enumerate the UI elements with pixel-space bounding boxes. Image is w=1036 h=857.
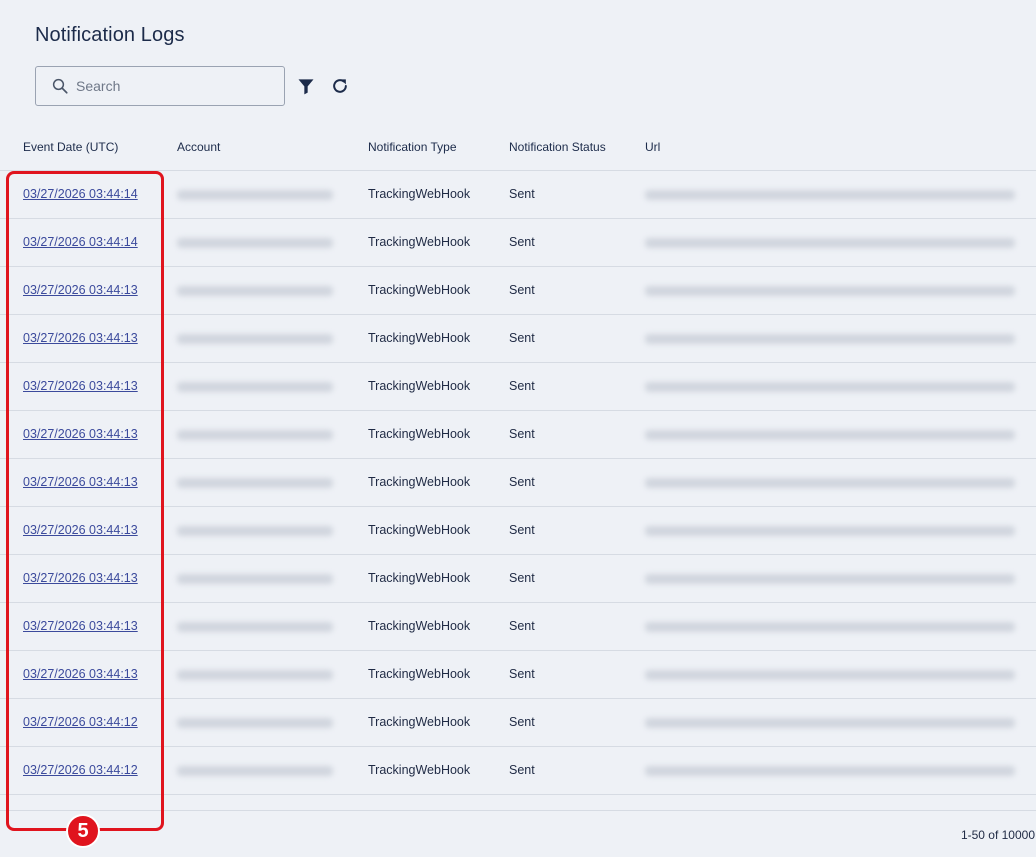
- table-row[interactable]: 03/27/2026 03:44:13 TrackingWebHook Sent: [0, 507, 1036, 555]
- event-date-link[interactable]: 03/27/2026 03:44:12: [23, 763, 138, 777]
- table-row[interactable]: 03/27/2026 03:44:13 TrackingWebHook Sent: [0, 267, 1036, 315]
- event-date-link[interactable]: 03/27/2026 03:44:14: [23, 187, 138, 201]
- page-title: Notification Logs: [35, 24, 185, 46]
- account-redacted: [177, 382, 333, 392]
- notification-status-cell: Sent: [509, 619, 535, 633]
- table-body: 03/27/2026 03:44:14 TrackingWebHook Sent 03…: [0, 171, 1036, 795]
- table-row[interactable]: 03/27/2026 03:44:13 TrackingWebHook Sent: [0, 411, 1036, 459]
- account-redacted: [177, 718, 333, 728]
- event-date-link[interactable]: 03/27/2026 03:44:13: [23, 667, 138, 681]
- notification-type-cell: TrackingWebHook: [368, 331, 471, 345]
- notification-type-cell: TrackingWebHook: [368, 667, 471, 681]
- table-row[interactable]: 03/27/2026 03:44:12 TrackingWebHook Sent: [0, 747, 1036, 795]
- footer-divider: [0, 810, 1036, 811]
- notification-status-cell: Sent: [509, 523, 535, 537]
- notification-type-cell: TrackingWebHook: [368, 619, 471, 633]
- url-redacted: [645, 526, 1015, 536]
- event-date-link[interactable]: 03/27/2026 03:44:13: [23, 283, 138, 297]
- notification-type-cell: TrackingWebHook: [368, 763, 471, 777]
- table-row[interactable]: 03/27/2026 03:44:13 TrackingWebHook Sent: [0, 555, 1036, 603]
- notification-type-cell: TrackingWebHook: [368, 427, 471, 441]
- notification-type-cell: TrackingWebHook: [368, 523, 471, 537]
- notification-status-cell: Sent: [509, 379, 535, 393]
- column-header-notification-type[interactable]: Notification Type: [368, 140, 457, 154]
- search-input[interactable]: [76, 75, 276, 97]
- event-date-link[interactable]: 03/27/2026 03:44:13: [23, 571, 138, 585]
- filter-icon[interactable]: [296, 76, 316, 96]
- event-date-link[interactable]: 03/27/2026 03:44:13: [23, 379, 138, 393]
- account-redacted: [177, 766, 333, 776]
- account-redacted: [177, 430, 333, 440]
- url-redacted: [645, 574, 1015, 584]
- url-redacted: [645, 430, 1015, 440]
- url-redacted: [645, 766, 1015, 776]
- url-redacted: [645, 334, 1015, 344]
- search-box[interactable]: [35, 66, 285, 106]
- table-row[interactable]: 03/27/2026 03:44:13 TrackingWebHook Sent: [0, 459, 1036, 507]
- event-date-link[interactable]: 03/27/2026 03:44:13: [23, 475, 138, 489]
- account-redacted: [177, 478, 333, 488]
- notification-type-cell: TrackingWebHook: [368, 235, 471, 249]
- notification-status-cell: Sent: [509, 427, 535, 441]
- event-date-link[interactable]: 03/27/2026 03:44:13: [23, 331, 138, 345]
- notification-status-cell: Sent: [509, 571, 535, 585]
- table-row[interactable]: 03/27/2026 03:44:13 TrackingWebHook Sent: [0, 651, 1036, 699]
- account-redacted: [177, 670, 333, 680]
- notification-type-cell: TrackingWebHook: [368, 379, 471, 393]
- url-redacted: [645, 238, 1015, 248]
- annotation-callout-badge: 5: [66, 814, 100, 848]
- table-row[interactable]: 03/27/2026 03:44:14 TrackingWebHook Sent: [0, 171, 1036, 219]
- pagination-label: 1-50 of 10000: [960, 828, 1035, 842]
- table-row[interactable]: 03/27/2026 03:44:13 TrackingWebHook Sent: [0, 315, 1036, 363]
- account-redacted: [177, 238, 333, 248]
- notification-type-cell: TrackingWebHook: [368, 283, 471, 297]
- notification-status-cell: Sent: [509, 667, 535, 681]
- column-header-event-date[interactable]: Event Date (UTC): [23, 140, 118, 154]
- search-icon: [52, 78, 68, 94]
- notification-type-cell: TrackingWebHook: [368, 715, 471, 729]
- url-redacted: [645, 190, 1015, 200]
- event-date-link[interactable]: 03/27/2026 03:44:13: [23, 619, 138, 633]
- notification-status-cell: Sent: [509, 475, 535, 489]
- table-row[interactable]: 03/27/2026 03:44:14 TrackingWebHook Sent: [0, 219, 1036, 267]
- notification-logs-page: Notification Logs Event Date (UTC) Accou…: [0, 0, 1036, 857]
- notification-status-cell: Sent: [509, 715, 535, 729]
- refresh-icon[interactable]: [330, 76, 350, 96]
- column-header-account[interactable]: Account: [177, 140, 220, 154]
- url-redacted: [645, 382, 1015, 392]
- notification-status-cell: Sent: [509, 235, 535, 249]
- url-redacted: [645, 286, 1015, 296]
- account-redacted: [177, 286, 333, 296]
- notification-status-cell: Sent: [509, 331, 535, 345]
- column-header-notification-status[interactable]: Notification Status: [509, 140, 606, 154]
- account-redacted: [177, 190, 333, 200]
- event-date-link[interactable]: 03/27/2026 03:44:14: [23, 235, 138, 249]
- account-redacted: [177, 574, 333, 584]
- url-redacted: [645, 670, 1015, 680]
- event-date-link[interactable]: 03/27/2026 03:44:12: [23, 715, 138, 729]
- event-date-link[interactable]: 03/27/2026 03:44:13: [23, 523, 138, 537]
- event-date-link[interactable]: 03/27/2026 03:44:13: [23, 427, 138, 441]
- account-redacted: [177, 622, 333, 632]
- notification-type-cell: TrackingWebHook: [368, 187, 471, 201]
- notification-status-cell: Sent: [509, 187, 535, 201]
- notification-status-cell: Sent: [509, 763, 535, 777]
- table-header: Event Date (UTC) Account Notification Ty…: [0, 122, 1036, 170]
- table-row[interactable]: 03/27/2026 03:44:12 TrackingWebHook Sent: [0, 699, 1036, 747]
- account-redacted: [177, 334, 333, 344]
- url-redacted: [645, 622, 1015, 632]
- notification-type-cell: TrackingWebHook: [368, 475, 471, 489]
- url-redacted: [645, 478, 1015, 488]
- table-row[interactable]: 03/27/2026 03:44:13 TrackingWebHook Sent: [0, 603, 1036, 651]
- table-row[interactable]: 03/27/2026 03:44:13 TrackingWebHook Sent: [0, 363, 1036, 411]
- url-redacted: [645, 718, 1015, 728]
- notification-type-cell: TrackingWebHook: [368, 571, 471, 585]
- column-header-url[interactable]: Url: [645, 140, 660, 154]
- account-redacted: [177, 526, 333, 536]
- notification-status-cell: Sent: [509, 283, 535, 297]
